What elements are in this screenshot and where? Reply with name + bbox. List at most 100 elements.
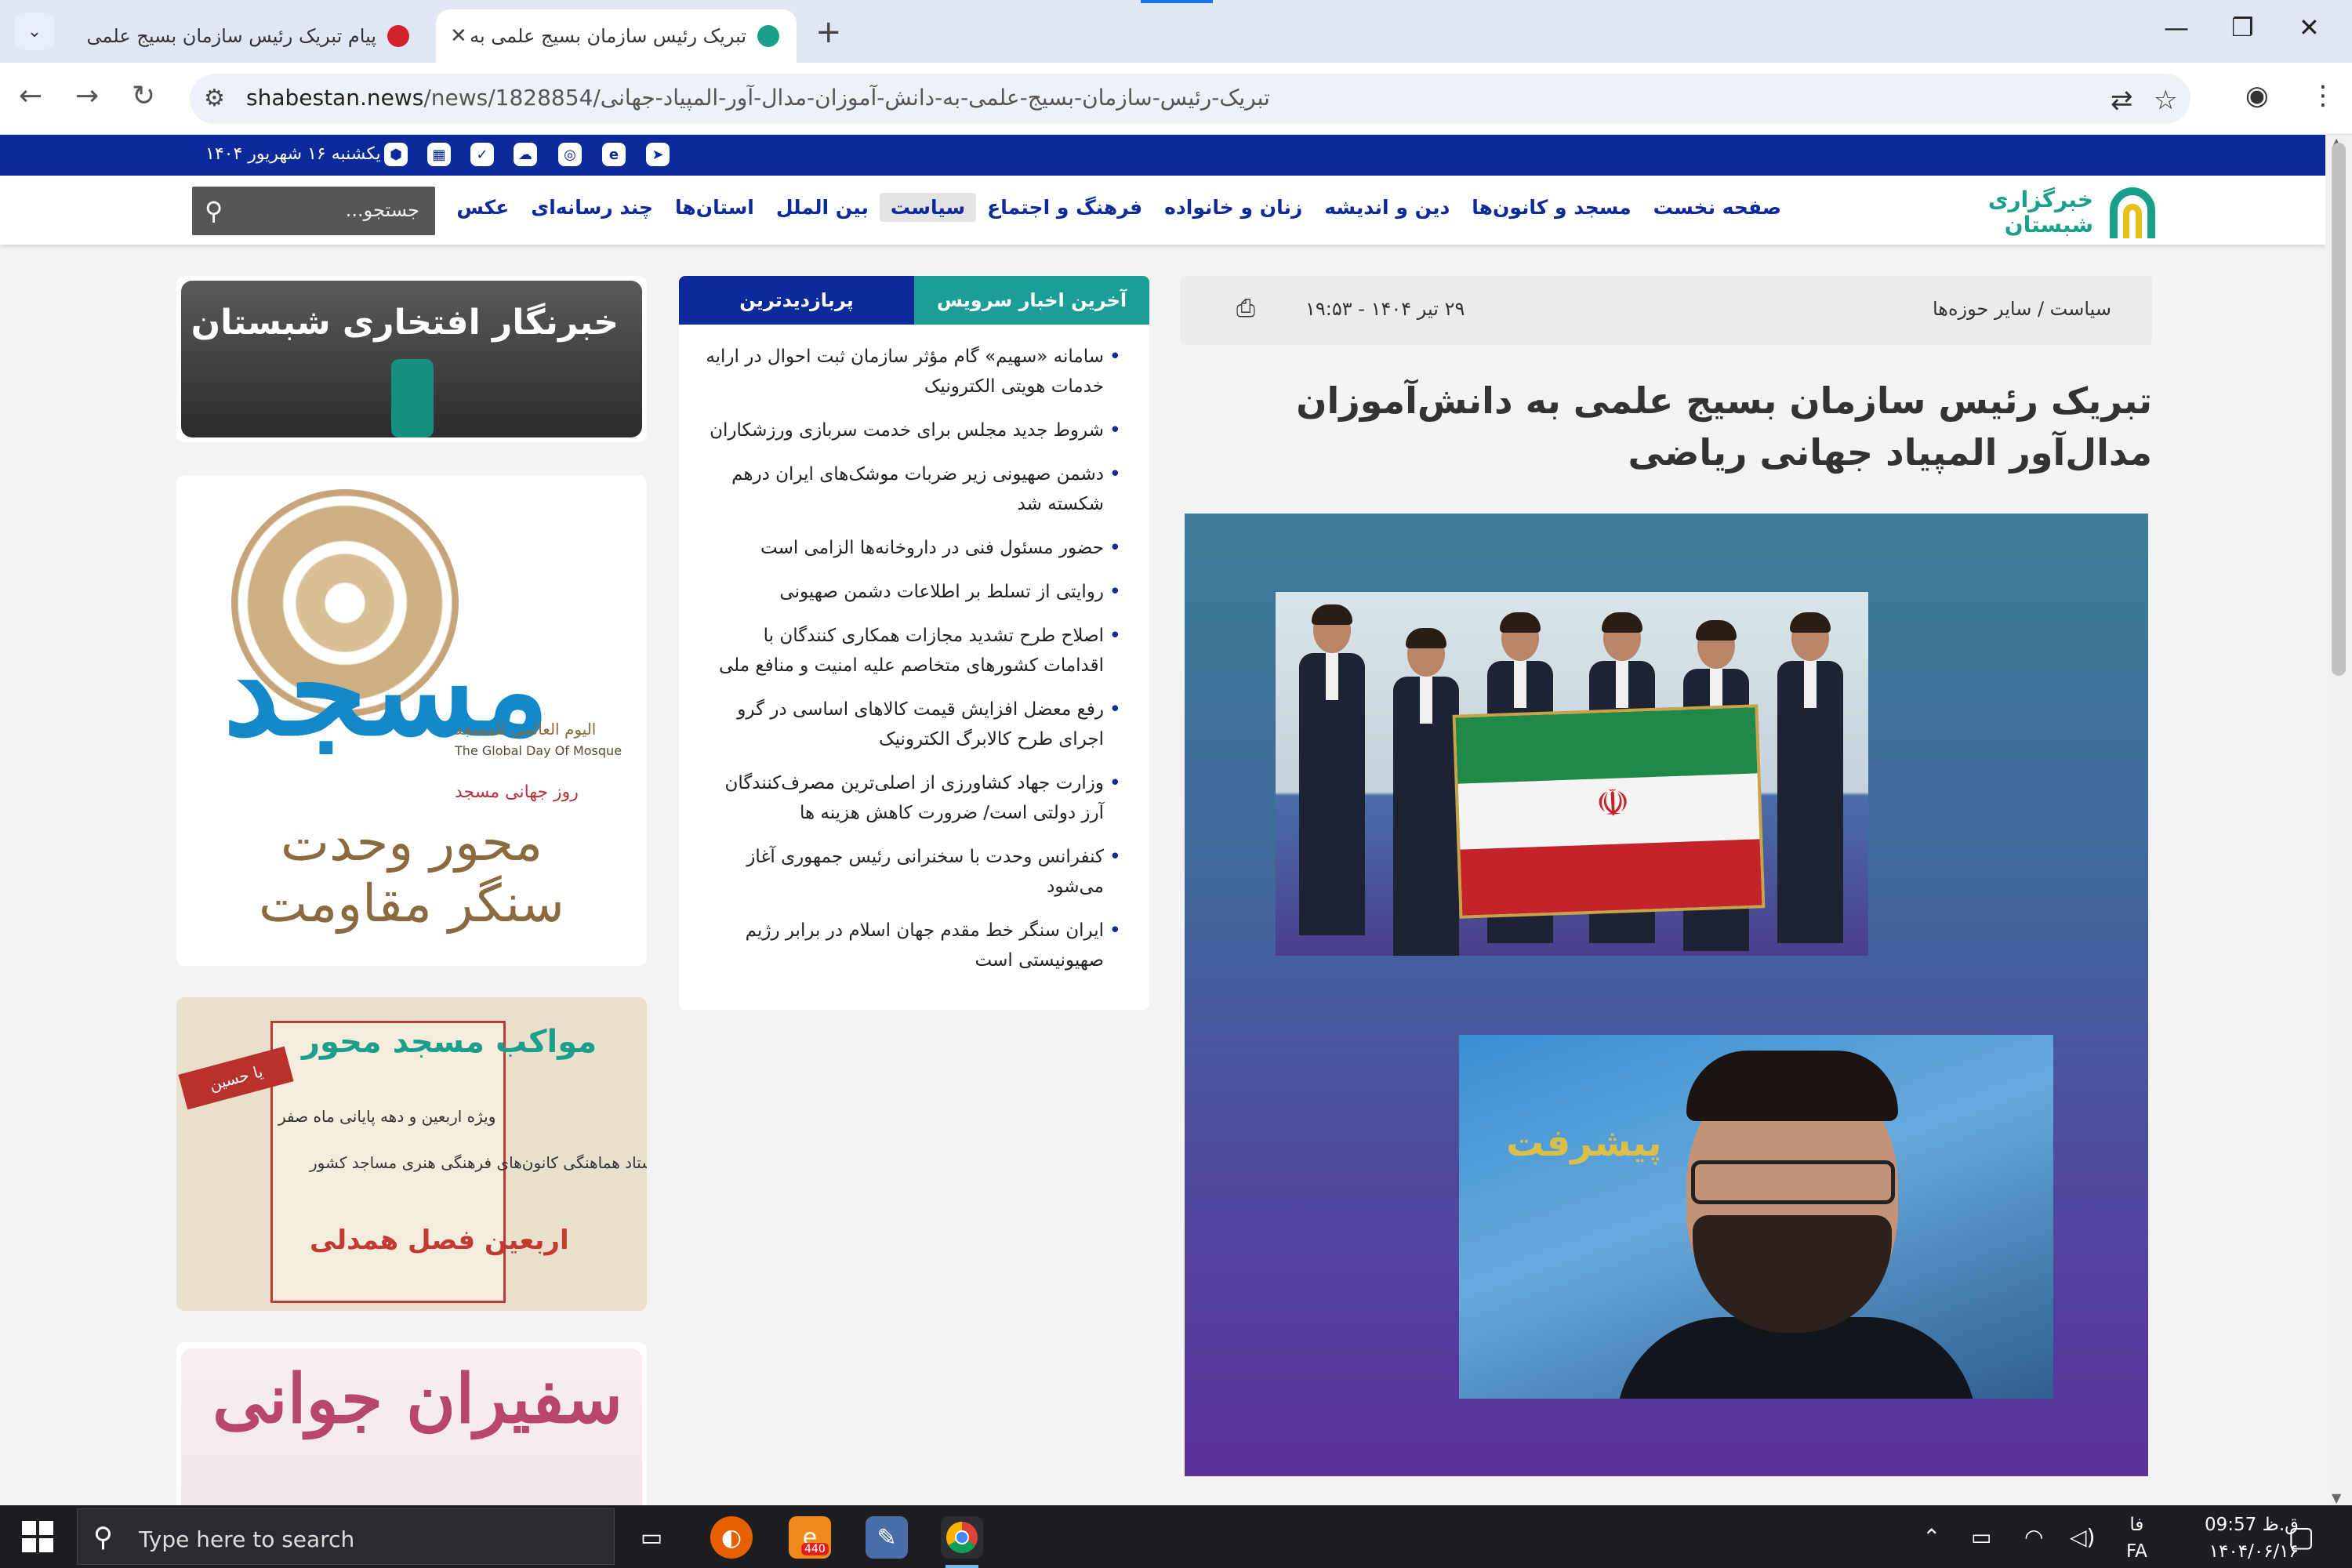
close-window-button[interactable]: ✕ [2299, 13, 2320, 42]
menu-provinces[interactable]: استان‌ها [664, 193, 765, 222]
menu-religion[interactable]: دین و اندیشه [1313, 193, 1461, 222]
menu-multimedia[interactable]: چند رسانه‌ای [520, 193, 664, 222]
page-scrollbar[interactable]: ▲ ▼ [2325, 135, 2352, 1505]
search-icon[interactable]: ⚲ [205, 196, 223, 226]
restore-button[interactable]: ❐ [2231, 13, 2254, 42]
taskbar-clock[interactable]: 09:57 ق.ظ ۱۴۰۴/۰۶/۱۶ [2158, 1512, 2299, 1565]
chrome-icon[interactable] [941, 1516, 983, 1568]
banner-title: مواکب مسجد محور [302, 1024, 597, 1060]
clock-date: ۱۴۰۴/۰۶/۱۶ [2209, 1541, 2299, 1562]
scroll-down-icon[interactable]: ▼ [2332, 1490, 2341, 1505]
omnibox[interactable]: ⚙ shabestan.news/news/1828854/تبریک-رئیس… [190, 74, 2190, 124]
translate-icon[interactable]: ⇄ [2111, 85, 2133, 116]
language-indicator[interactable]: فا FA [2126, 1512, 2147, 1565]
menu-mosque[interactable]: مسجد و کانون‌ها [1461, 193, 1642, 222]
battery-icon[interactable]: ▭ [1971, 1524, 1991, 1550]
news-item[interactable]: رفع معضل افزایش قیمت کالاهای اساسی در گر… [698, 695, 1121, 754]
chevron-down-icon: ⌄ [27, 21, 42, 42]
arbaeen-banner[interactable]: یا حسین مواکب مسجد محور ویژه اربعین و ده… [176, 997, 647, 1311]
minimize-button[interactable]: — [2164, 13, 2189, 42]
tab-current[interactable]: تبریک رئیس سازمان بسیج علمی به ✕ [436, 9, 797, 63]
back-button[interactable]: ← [19, 80, 42, 112]
news-item[interactable]: سامانه «سهیم» گام مؤثر سازمان ثبت احوال … [698, 342, 1121, 401]
menu-politics[interactable]: سیاست [879, 193, 977, 222]
windows-start-icon[interactable] [22, 1521, 53, 1552]
site-top-strip: یکشنبه ۱۶ شهریور ۱۴۰۴ ⬢ ▦ ✓ ☁ ◎ e ➤ [0, 135, 2325, 176]
site-date: یکشنبه ۱۶ شهریور ۱۴۰۴ [205, 144, 381, 164]
site-settings-icon[interactable]: ⚙ [204, 85, 225, 112]
forward-button[interactable]: → [75, 80, 99, 112]
news-item[interactable]: دشمن صهیونی زیر ضربات موشک‌های ایران دره… [698, 459, 1121, 519]
site-favicon-icon [387, 25, 409, 47]
address-toolbar: ← → ↻ ⚙ shabestan.news/news/1828854/تبری… [0, 63, 2352, 135]
site-navigation: خبرگزاری شبستان صفحه نخست مسجد و کانون‌ه… [0, 176, 2325, 245]
menu-family[interactable]: زنان و خانواده [1153, 193, 1313, 222]
profile-icon[interactable]: ◉ [2245, 80, 2269, 111]
task-view-icon[interactable]: ▭ [630, 1516, 673, 1559]
firefox-icon[interactable]: ◐ [710, 1516, 753, 1559]
banner-text: سفیران جوانی [212, 1359, 623, 1439]
taskbar-search-input[interactable]: ⚲ Type here to search [77, 1508, 615, 1565]
browser-menu-icon[interactable]: ⋮ [2310, 80, 2336, 111]
menu-home[interactable]: صفحه نخست [1642, 193, 1792, 222]
close-tab-icon[interactable]: ✕ [450, 24, 467, 48]
article-headline: تبریک رئیس سازمان بسیج علمی به دانش‌آموز… [1296, 379, 2152, 474]
tab-previous[interactable]: پیام تبریک رئیس سازمان بسیج علمی به [66, 9, 426, 63]
tab-latest-news[interactable]: آخرین اخبار سرویس [914, 276, 1149, 325]
print-icon[interactable]: ⎙ [1236, 295, 1255, 322]
apps-social-icon[interactable]: ▦ [427, 143, 451, 166]
reload-button[interactable]: ↻ [132, 80, 155, 112]
latest-news-box: پربازدیدترین آخرین اخبار سرویس سامانه «س… [679, 276, 1149, 1010]
url-text[interactable]: shabestan.news/news/1828854/تبریک-رئیس-س… [246, 85, 1270, 111]
mosque-day-banner[interactable]: مسجد اليوم العالمي للمسجد The Global Day… [176, 475, 647, 966]
microphone-icon [391, 359, 434, 437]
news-item[interactable]: کنفرانس وحدت با سخنرانی رئیس جمهوری آغاز… [698, 842, 1121, 902]
news-item[interactable]: ایران سنگر خط مقدم جهان اسلام در برابر ر… [698, 916, 1121, 975]
banner-text: خبرنگار افتخاری شبستان شوید [176, 303, 619, 343]
news-item[interactable]: شروط جدید مجلس برای خدمت سربازی ورزشکارا… [698, 416, 1121, 445]
site-logo[interactable]: خبرگزاری شبستان [1984, 183, 2156, 238]
eitaa-icon[interactable]: e [602, 143, 626, 166]
menu-photo[interactable]: عکس [445, 193, 520, 222]
tab-search-button[interactable]: ⌄ [14, 13, 55, 50]
scrollbar-thumb[interactable] [2332, 143, 2346, 676]
iran-flag: ☫ [1452, 704, 1766, 919]
telegram-icon[interactable]: ➤ [646, 143, 670, 166]
paint-app-icon[interactable]: ✎ [866, 1516, 908, 1559]
main-menu: صفحه نخست مسجد و کانون‌ها دین و اندیشه ز… [445, 193, 1792, 222]
volume-icon[interactable]: ◁) [2070, 1524, 2095, 1550]
logo-arch-icon [2110, 187, 2155, 238]
url-host: shabestan.news [246, 85, 424, 111]
instagram-icon[interactable]: ◎ [558, 143, 582, 166]
tab-title: تبریک رئیس سازمان بسیج علمی به [470, 25, 746, 47]
wifi-icon[interactable]: ◠ [2024, 1524, 2043, 1550]
bookmark-star-icon[interactable]: ☆ [2154, 85, 2177, 116]
article-lead-image: ☫ پیشرفت [1185, 514, 2148, 1476]
banner-arabic-title: اليوم العالمي للمسجد [455, 720, 597, 739]
shield-social-icon[interactable]: ⬢ [384, 143, 408, 166]
tab-title: پیام تبریک رئیس سازمان بسیج علمی به [83, 25, 376, 47]
news-item[interactable]: حضور مسئول فنی در داروخانه‌ها الزامی است [698, 533, 1121, 563]
logo-line1: خبرگزاری [1987, 187, 2093, 212]
news-tabs: پربازدیدترین آخرین اخبار سرویس [679, 276, 1149, 325]
official-portrait-photo: پیشرفت [1459, 1035, 2053, 1399]
search-placeholder: جستجو... [345, 199, 419, 221]
banner-footer: اربعین فصل همدلی [310, 1225, 569, 1256]
news-item[interactable]: اصلاح طرح تشدید مجازات همکاری کنندگان با… [698, 621, 1121, 681]
news-item[interactable]: روایتی از تسلط بر اطلاعات دشمن صهیونی [698, 577, 1121, 607]
menu-culture[interactable]: فرهنگ و اجتماع [976, 193, 1153, 222]
tab-most-viewed[interactable]: پربازدیدترین [679, 276, 914, 325]
verified-social-icon[interactable]: ✓ [470, 143, 494, 166]
site-search-input[interactable]: ⚲ جستجو... [192, 187, 435, 235]
notification-icon[interactable]: ▢ [2288, 1521, 2314, 1553]
olympiad-team-photo: ☫ [1276, 592, 1868, 956]
banner-organization: ستاد هماهنگی کانون‌های فرهنگی هنری مساجد… [310, 1153, 647, 1172]
new-tab-button[interactable]: + [815, 14, 842, 50]
news-item[interactable]: وزارت جهاد کشاورزی از اصلی‌ترین مصرف‌کنن… [698, 768, 1121, 828]
menu-international[interactable]: بین الملل [765, 193, 880, 222]
chat-social-icon[interactable]: ☁ [514, 143, 537, 166]
tray-overflow-icon[interactable]: ⌃ [1922, 1524, 1940, 1550]
breadcrumb[interactable]: سیاست / سایر حوزه‌ها [1933, 298, 2111, 320]
browser-tab-strip: ⌄ پیام تبریک رئیس سازمان بسیج علمی به تب… [0, 0, 2352, 63]
honorary-reporter-banner[interactable]: خبرنگار افتخاری شبستان شوید [176, 276, 647, 442]
